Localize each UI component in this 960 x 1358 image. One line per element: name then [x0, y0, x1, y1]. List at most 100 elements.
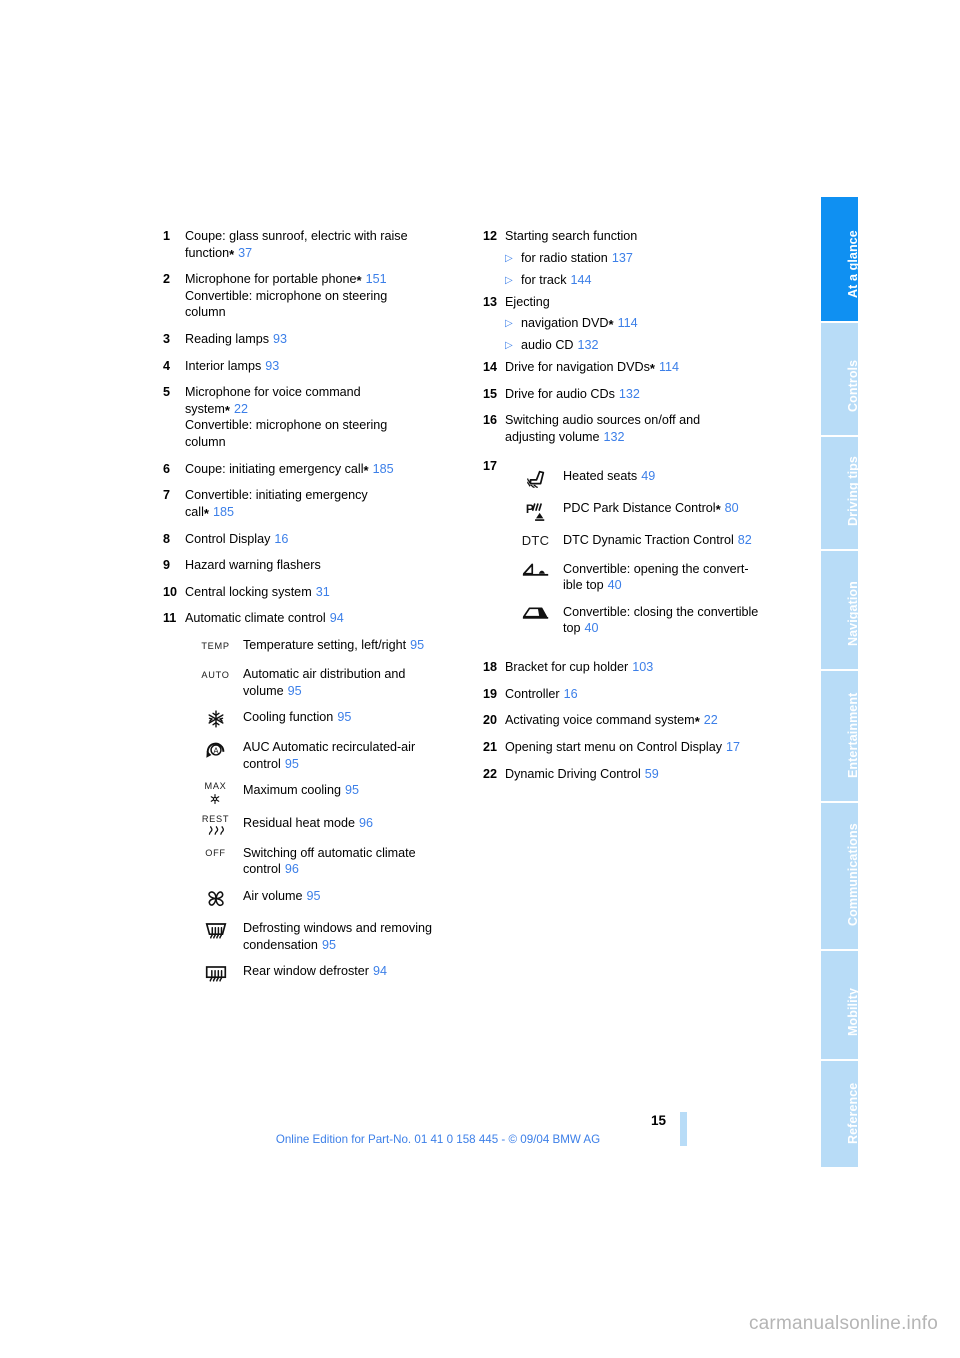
item-line-1: Reading lamps	[185, 332, 270, 347]
page-reference[interactable]: 94	[373, 964, 387, 978]
item-17-icon-list: Heated seats 49 P PDC Park Distance Cont…	[505, 458, 793, 646]
item-number: 22	[483, 766, 498, 781]
page-reference[interactable]: 95	[322, 938, 336, 952]
page-reference[interactable]: 31	[316, 585, 330, 599]
item-text: Switching audio sources on/off and adjus…	[505, 412, 793, 445]
sidebar-tab-mobility[interactable]: Mobility	[821, 951, 858, 1059]
item-number: 2	[163, 272, 171, 287]
temp-icon: TEMP	[188, 636, 243, 656]
item-number: 17	[483, 458, 498, 473]
item-line-2: system	[185, 401, 225, 416]
page-reference[interactable]: 96	[359, 816, 373, 830]
legend-item-20: 20 Activating voice command system* 22	[483, 712, 793, 729]
item-number: 11	[163, 611, 177, 626]
page-reference[interactable]: 95	[307, 889, 321, 903]
sidebar-tab-at-a-glance[interactable]: At a glance	[821, 197, 858, 321]
sub-label: for radio station	[521, 250, 608, 265]
climate-row-auc: A AUC Automatic recirculated-air control…	[188, 738, 463, 772]
climate-row-residual-heat: REST Residual heat mode 96	[188, 814, 463, 835]
item-line-1: Controller	[505, 686, 560, 701]
convertible-top-close-icon	[508, 603, 563, 623]
page-reference[interactable]: 82	[738, 533, 752, 547]
auto-icon-label: AUTO	[201, 669, 230, 680]
item-text: Microphone for voice command system* 22 C…	[185, 384, 463, 450]
page-reference[interactable]: 114	[618, 316, 638, 330]
sidebar-tab-entertainment[interactable]: Entertainment	[821, 671, 858, 801]
item-number: 19	[483, 686, 498, 701]
sidebar-tab-label: Entertainment	[846, 692, 858, 778]
legend-item-1: 1 Coupe: glass sunroof, electric with ra…	[163, 228, 463, 261]
legend-column-left: 1 Coupe: glass sunroof, electric with ra…	[163, 228, 463, 993]
page-reference[interactable]: 80	[725, 501, 739, 515]
item-text: Central locking system 31	[185, 584, 463, 601]
item-line-1: Automatic climate control	[185, 611, 326, 626]
page-reference[interactable]: 95	[337, 710, 351, 724]
item-number: 8	[163, 531, 171, 546]
page-reference[interactable]: 185	[373, 462, 394, 476]
item-line-1: Switching audio sources on/off and	[505, 413, 701, 428]
page-reference[interactable]: 185	[213, 505, 234, 519]
page-reference[interactable]: 16	[564, 687, 578, 701]
sidebar-tab-communications[interactable]: Communications	[821, 803, 858, 949]
item-text: Microphone for portable phone* 151 Conver…	[185, 271, 463, 321]
sidebar-tab-navigation[interactable]: Navigation	[821, 551, 858, 669]
item-text: Hazard warning flashers	[185, 557, 463, 574]
page-reference[interactable]: 93	[273, 332, 287, 346]
page-reference[interactable]: 132	[578, 338, 599, 352]
sidebar-tab-driving-tips[interactable]: Driving tips	[821, 437, 858, 549]
feature-label: Heated seats	[563, 468, 638, 483]
page-reference[interactable]: 95	[345, 783, 359, 797]
page-reference[interactable]: 22	[234, 402, 248, 416]
item-line-1: Convertible: initiating emergency	[185, 488, 368, 503]
page-reference[interactable]: 96	[285, 862, 299, 876]
page-reference[interactable]: 17	[726, 740, 740, 754]
sidebar-tab-reference[interactable]: Reference	[821, 1061, 858, 1167]
legend-item-15: 15 Drive for audio CDs 132	[483, 386, 793, 403]
auto-icon: AUTO	[188, 665, 243, 685]
legend-item-2: 2 Microphone for portable phone* 151 Conv…	[163, 271, 463, 321]
item-line-1: Control Display	[185, 531, 271, 546]
page-reference[interactable]: 151	[366, 272, 387, 286]
climate-row-cooling: Cooling function 95	[188, 708, 463, 729]
page-reference[interactable]: 132	[604, 430, 625, 444]
page-reference[interactable]: 40	[608, 578, 622, 592]
page-reference[interactable]: 103	[632, 660, 653, 674]
page-reference[interactable]: 22	[704, 713, 718, 727]
convertible-top-open-icon	[508, 560, 563, 580]
page-reference[interactable]: 37	[238, 246, 252, 260]
sidebar-tab-label: Driving tips	[846, 456, 858, 526]
max-icon-label: MAX	[204, 781, 227, 792]
optional-star: *	[229, 246, 235, 262]
item-line-1: Coupe: glass sunroof, electric with rais…	[185, 229, 408, 243]
item-text: Drive for navigation DVDs* 114	[505, 359, 793, 376]
page-reference[interactable]: 95	[410, 638, 424, 652]
item-number: 18	[483, 660, 498, 675]
page-reference[interactable]: 137	[612, 251, 633, 265]
legend-item-14: 14 Drive for navigation DVDs* 114	[483, 359, 793, 376]
page-reference[interactable]: 49	[641, 469, 655, 483]
page-reference[interactable]: 40	[585, 621, 599, 635]
page-reference[interactable]: 132	[619, 387, 640, 401]
item-line-2: function	[185, 245, 230, 260]
page-reference[interactable]: 95	[288, 684, 302, 698]
section-tabs-sidebar: At a glance Controls Driving tips Naviga…	[821, 197, 858, 1167]
item-text: Automatic climate control 94	[185, 610, 463, 627]
item-line-2: adjusting volume	[505, 430, 600, 445]
page-reference[interactable]: 144	[571, 273, 592, 287]
item-line-1: Central locking system	[185, 584, 312, 599]
page-reference[interactable]: 59	[645, 767, 659, 781]
item-line-2: Convertible: microphone on steering	[185, 288, 388, 303]
legend-item-10: 10 Central locking system 31	[163, 584, 463, 601]
item-text: Dynamic Driving Control 59	[505, 766, 793, 783]
item-line-1: Drive for navigation DVDs	[505, 360, 650, 375]
page-reference[interactable]: 93	[265, 359, 279, 373]
climate-label: Residual heat mode	[243, 816, 356, 831]
page-reference[interactable]: 94	[330, 611, 344, 625]
page-reference[interactable]: 95	[285, 757, 299, 771]
page-reference[interactable]: 16	[274, 532, 288, 546]
sidebar-tab-controls[interactable]: Controls	[821, 323, 858, 435]
rear-defroster-icon	[188, 962, 243, 984]
feature-row-dtc: DTC DTC Dynamic Traction Control 82	[508, 531, 793, 551]
item-number: 15	[483, 386, 498, 401]
page-reference[interactable]: 114	[659, 360, 679, 374]
